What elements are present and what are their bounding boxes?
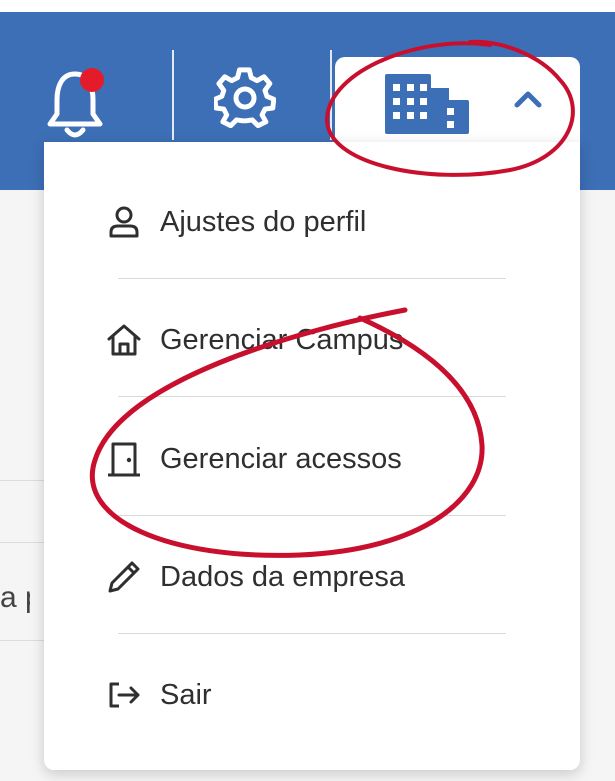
menu-item-label: Sair [160,679,212,711]
notification-badge [80,68,104,92]
menu-divider [118,633,506,634]
profile-dropdown-menu: Ajustes do perfil Gerenciar Campus Geren… [44,142,580,770]
header-divider [330,50,332,140]
menu-divider [118,278,506,279]
menu-item-gerenciar-acessos[interactable]: Gerenciar acessos [104,429,504,489]
menu-item-sair[interactable]: Sair [104,665,504,725]
menu-item-ajustes-do-perfil[interactable]: Ajustes do perfil [104,192,504,252]
user-icon [104,202,144,242]
menu-item-label: Gerenciar acessos [160,443,402,475]
menu-item-gerenciar-campus[interactable]: Gerenciar Campus [104,310,504,370]
menu-item-dados-da-empresa[interactable]: Dados da empresa [104,547,504,607]
chevron-up-icon[interactable] [511,87,545,111]
menu-item-label: Dados da empresa [160,561,406,593]
background-content-text: a p [0,581,30,614]
logout-icon [104,675,144,715]
menu-divider [118,515,506,516]
pencil-icon [104,557,144,597]
menu-item-label: Ajustes do perfil [160,206,367,238]
settings-button[interactable] [212,66,277,129]
header-divider [172,50,174,140]
door-icon [104,439,144,479]
gear-icon [212,67,277,129]
home-icon [104,320,144,360]
topbar-top-edge [0,0,615,12]
building-icon [385,74,469,134]
menu-item-label: Gerenciar Campus [160,324,404,356]
menu-divider [118,396,506,397]
